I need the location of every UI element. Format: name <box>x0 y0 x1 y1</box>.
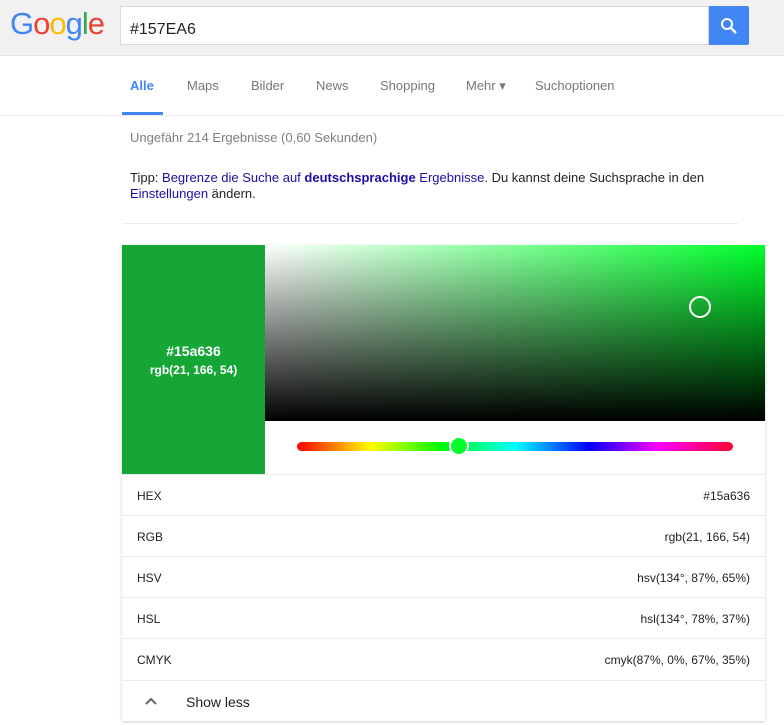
search-icon <box>721 17 737 34</box>
tip-prefix: Tipp: <box>130 170 163 185</box>
tab-mehr[interactable]: Mehr ▾ <box>466 78 506 94</box>
format-label: HSV <box>137 571 162 585</box>
color-format-row-hsl: HSL hsl(134°, 78%, 37%) <box>122 597 765 638</box>
hue-slider-thumb[interactable] <box>449 436 470 456</box>
format-value[interactable]: rgb(21, 166, 54) <box>665 530 750 544</box>
format-label: HEX <box>137 489 162 503</box>
format-value[interactable]: cmyk(87%, 0%, 67%, 35%) <box>605 653 750 667</box>
tab-maps[interactable]: Maps <box>187 78 219 93</box>
link-text: Ergebnisse <box>415 170 485 185</box>
tab-news[interactable]: News <box>316 78 349 93</box>
restrict-language-link[interactable]: Begrenze die Suche auf deutschsprachige … <box>162 170 484 185</box>
tip-suffix: ändern. <box>208 186 256 201</box>
divider <box>122 223 738 224</box>
format-label: CMYK <box>137 653 172 667</box>
format-label: HSL <box>137 612 161 626</box>
active-tab-indicator <box>122 112 163 115</box>
chevron-up-icon <box>145 697 157 705</box>
swatch-hex: #15a636 <box>166 343 221 359</box>
language-tip: Tipp: Begrenze die Suche auf deutschspra… <box>130 170 730 202</box>
search-tabs: Alle Maps Bilder News Shopping Mehr ▾ Su… <box>0 56 784 116</box>
color-format-row-hex: HEX #15a636 <box>122 474 765 515</box>
format-label: RGB <box>137 530 164 544</box>
tab-bilder[interactable]: Bilder <box>251 78 284 93</box>
color-format-row-rgb: RGB rgb(21, 166, 54) <box>122 515 765 556</box>
header: Google <box>0 0 784 56</box>
color-format-row-hsv: HSV hsv(134°, 87%, 65%) <box>122 556 765 597</box>
tab-suchoptionen[interactable]: Suchoptionen <box>535 78 615 93</box>
swatch-rgb: rgb(21, 166, 54) <box>149 363 238 377</box>
color-cursor[interactable] <box>689 295 711 318</box>
link-text: Begrenze die Suche auf <box>162 170 305 185</box>
tab-alle[interactable]: Alle <box>130 78 154 93</box>
tip-text: . Du kannst deine Suchsprache in den <box>484 170 705 185</box>
format-value[interactable]: hsl(134°, 78%, 37%) <box>640 612 750 626</box>
show-less-label: Show less <box>186 694 250 710</box>
google-logo[interactable]: Google <box>10 6 105 42</box>
settings-link[interactable]: Einstellungen <box>130 186 208 201</box>
saturation-value-area[interactable] <box>265 245 765 421</box>
result-stats: Ungefähr 214 Ergebnisse (0,60 Sekunden) <box>130 130 378 145</box>
color-swatch: #15a636 rgb(21, 166, 54) <box>122 245 265 474</box>
link-bold-text: deutschsprachige <box>304 170 416 185</box>
format-value[interactable]: #15a636 <box>703 489 750 503</box>
show-less-button[interactable]: Show less <box>122 680 765 721</box>
search-input[interactable] <box>120 6 709 45</box>
hue-slider[interactable] <box>297 436 733 456</box>
format-value[interactable]: hsv(134°, 87%, 65%) <box>637 571 750 585</box>
color-picker-card: #15a636 rgb(21, 166, 54) HEX #15a636 RGB rg… <box>122 245 765 721</box>
tab-shopping[interactable]: Shopping <box>380 78 435 93</box>
search-button[interactable] <box>709 6 749 45</box>
color-format-row-cmyk: CMYK cmyk(87%, 0%, 67%, 35%) <box>122 638 765 679</box>
